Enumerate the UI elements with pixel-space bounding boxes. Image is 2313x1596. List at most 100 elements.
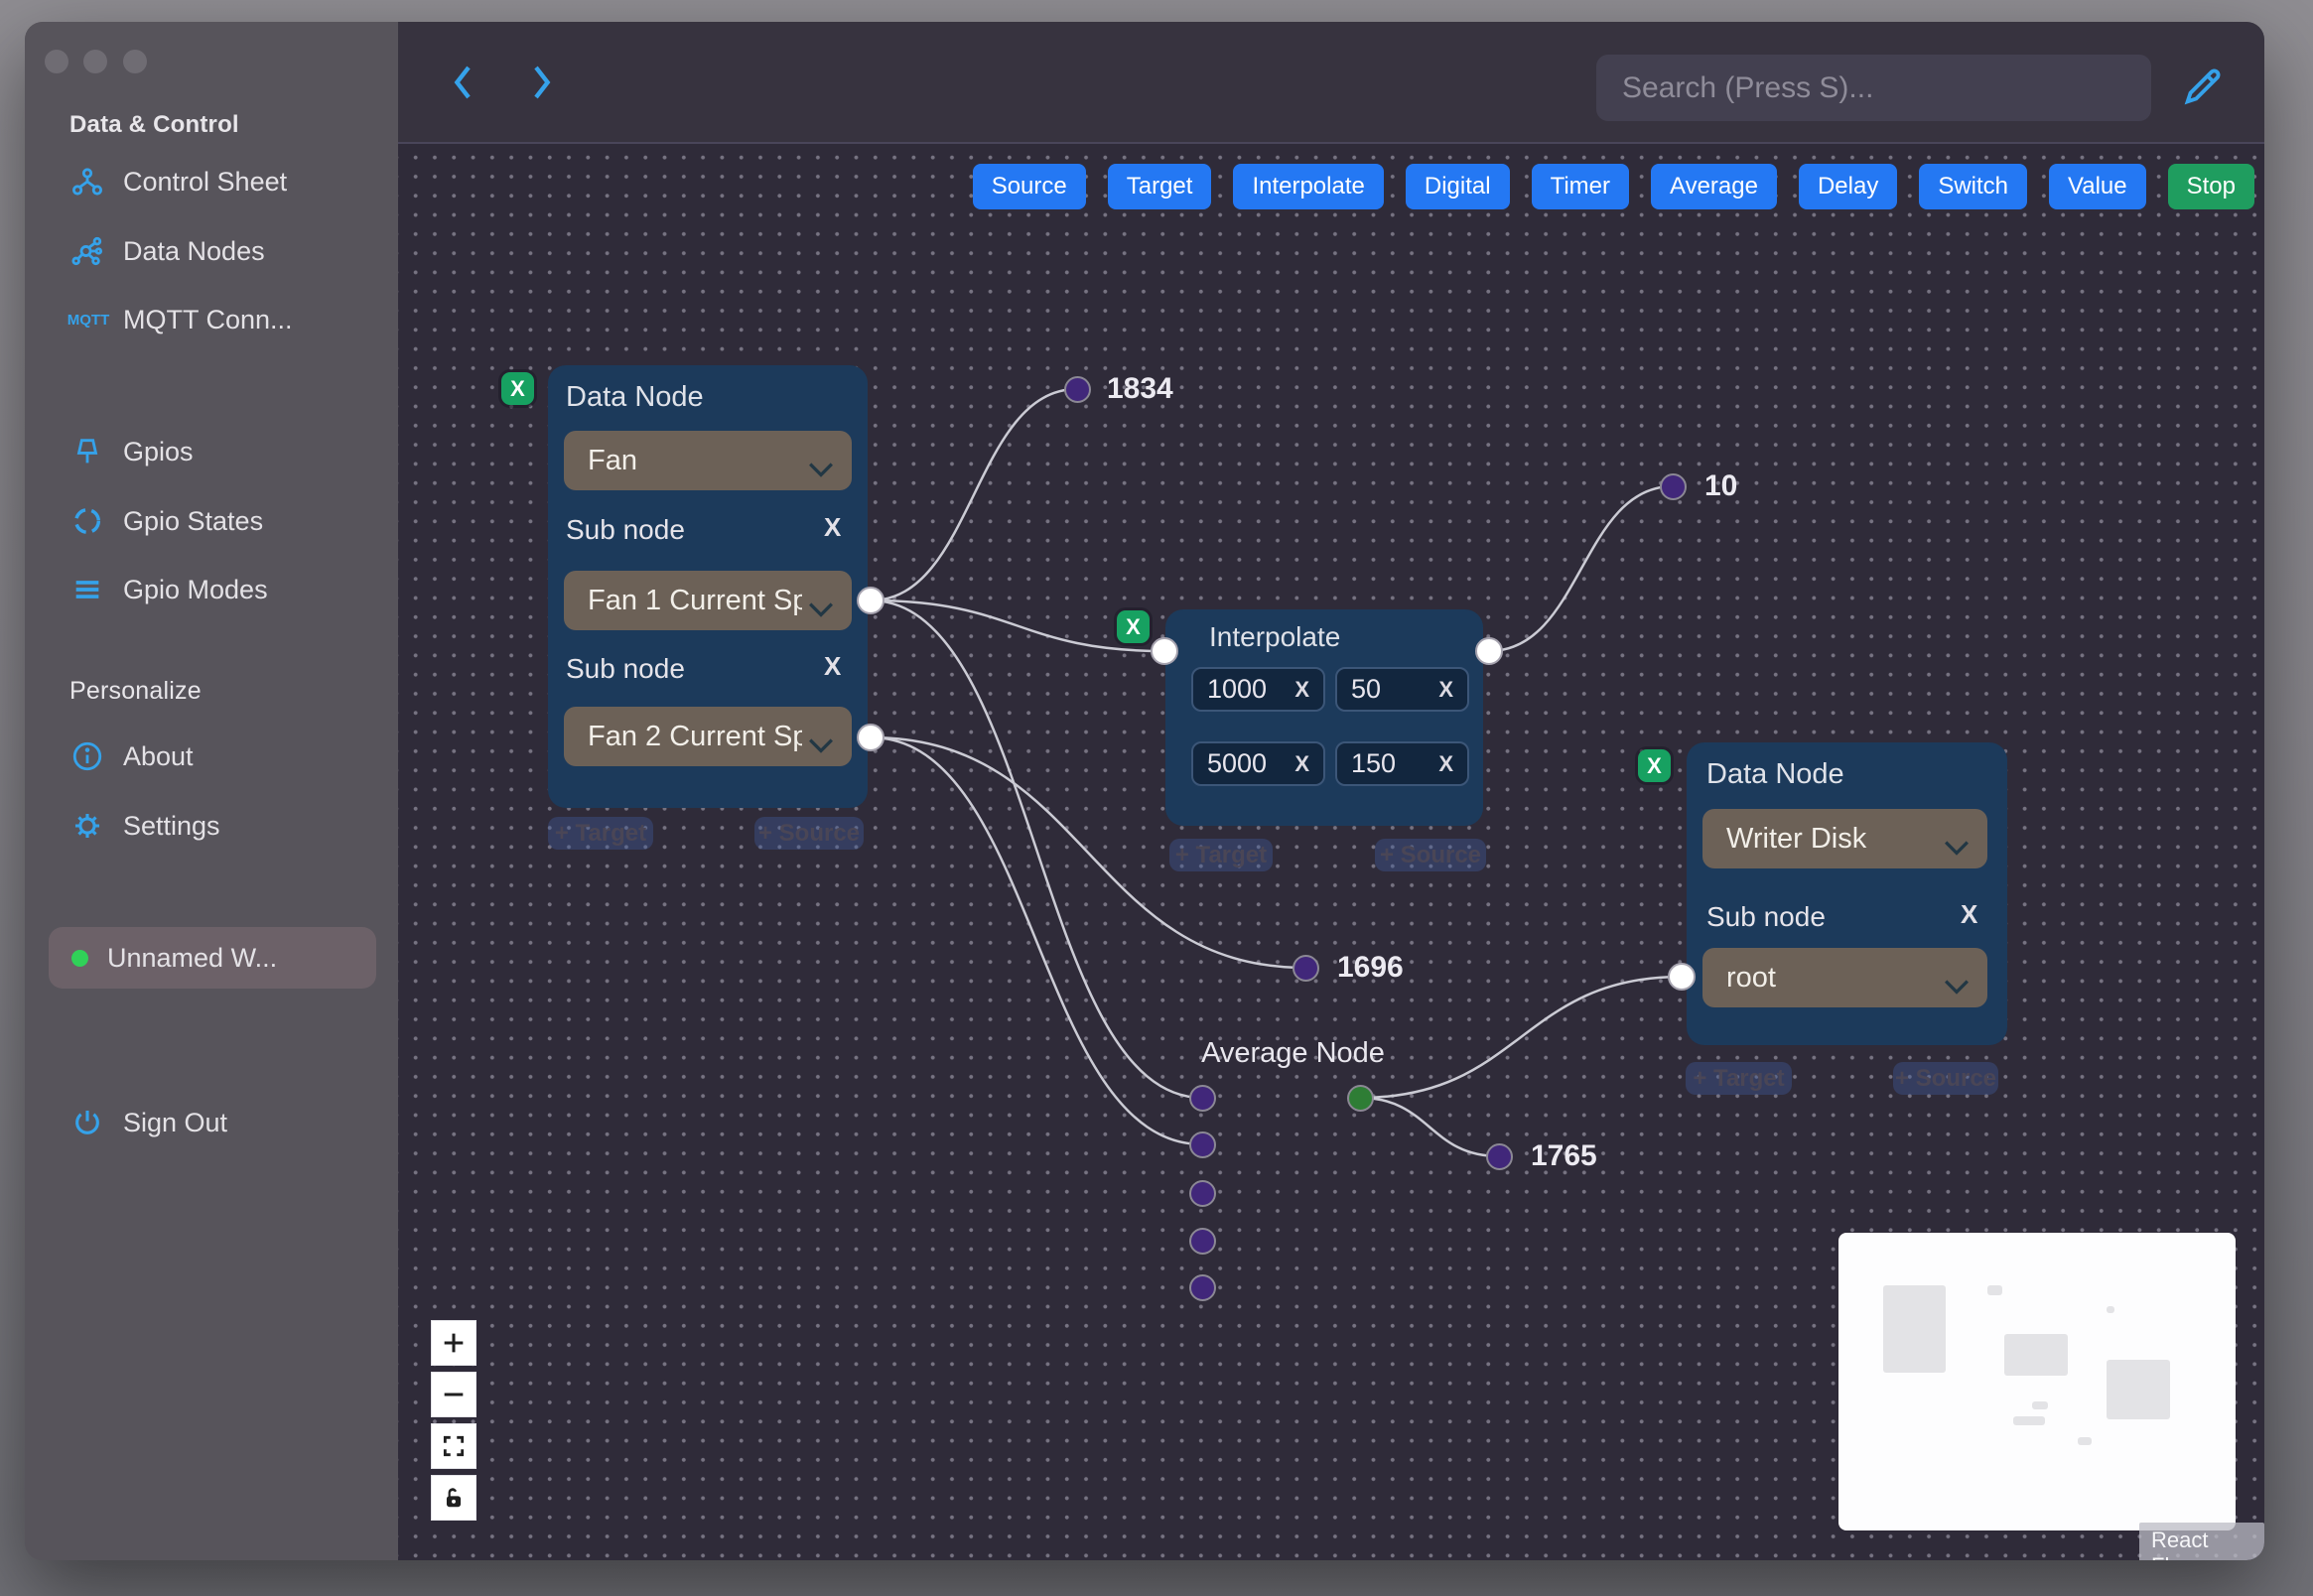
fan-sub1-select[interactable]: Fan 1 Current Spe: [564, 571, 852, 630]
sidebar-item-settings[interactable]: Settings: [69, 804, 220, 848]
add-source-node-button[interactable]: Source: [972, 164, 1086, 209]
select-value: Fan 1 Current Spe: [588, 584, 802, 616]
active-workflow-row[interactable]: Unnamed W...: [69, 936, 277, 980]
writer-add-target-button[interactable]: + Target: [1686, 1062, 1792, 1095]
add-average-node-button[interactable]: Average: [1651, 164, 1777, 209]
edge-value-label: 10: [1704, 469, 1738, 502]
close-window-button[interactable]: [45, 50, 68, 73]
add-switch-node-button[interactable]: Switch: [1919, 164, 2028, 209]
average-target-handle-1[interactable]: [1189, 1085, 1216, 1112]
fan-add-target-button[interactable]: + Target: [548, 817, 653, 850]
sidebar-item-label: MQTT Conn...: [123, 304, 293, 334]
clear-value-button[interactable]: X: [1294, 751, 1309, 777]
chevron-down-icon: [1944, 970, 1970, 1002]
sidebar-item-gpios[interactable]: Gpios: [69, 430, 194, 473]
sidebar-item-gpio-states[interactable]: Gpio States: [69, 499, 263, 543]
minimap-node: [1987, 1285, 2002, 1295]
back-button[interactable]: [442, 62, 485, 105]
chevron-left-icon: [454, 66, 471, 98]
unlock-icon: [446, 1488, 462, 1508]
interpolate-input-4[interactable]: 150 X: [1335, 741, 1469, 786]
remove-subnode-button[interactable]: X: [1961, 899, 1977, 930]
delete-interpolate-node-button[interactable]: X: [1117, 610, 1150, 643]
list-lines-icon: [69, 572, 105, 607]
zoom-window-button[interactable]: [123, 50, 147, 73]
interpolate-input-2[interactable]: 50 X: [1335, 667, 1469, 712]
add-target-node-button[interactable]: Target: [1107, 164, 1212, 209]
add-digital-node-button[interactable]: Digital: [1405, 164, 1510, 209]
sidebar-item-sign-out[interactable]: Sign Out: [69, 1101, 227, 1144]
average-target-handle-4[interactable]: [1189, 1228, 1216, 1255]
writer-data-node[interactable]: Data Node Writer Disk Sub node X root: [1687, 742, 2007, 1045]
forward-button[interactable]: [519, 62, 563, 105]
minimap[interactable]: [1838, 1233, 2236, 1530]
value-dot-1834[interactable]: [1064, 376, 1091, 403]
interpolate-source-handle[interactable]: [1475, 637, 1503, 665]
node-toolbar: Source Target Interpolate Digital Timer …: [972, 164, 2254, 209]
value-dot-1765[interactable]: [1486, 1143, 1513, 1170]
sidebar-item-mqtt[interactable]: MQTT MQTT Conn...: [67, 298, 293, 341]
sidebar-item-label: Gpio Modes: [123, 574, 268, 604]
sidebar-item-data-nodes[interactable]: Data Nodes: [69, 229, 265, 273]
plus-icon: [444, 1333, 464, 1353]
average-target-handle-5[interactable]: [1189, 1274, 1216, 1301]
interpolate-add-target-button[interactable]: + Target: [1169, 839, 1273, 871]
add-timer-node-button[interactable]: Timer: [1531, 164, 1629, 209]
edit-pencil-icon[interactable]: [2180, 64, 2226, 109]
fan-add-source-button[interactable]: + Source: [754, 817, 864, 850]
sidebar-item-about[interactable]: About: [69, 734, 194, 778]
zoom-out-button[interactable]: [431, 1372, 476, 1417]
chevron-down-icon: [808, 729, 834, 761]
sidebar-item-label: Sign Out: [123, 1107, 228, 1137]
average-target-handle-2[interactable]: [1189, 1131, 1216, 1158]
interpolate-target-handle[interactable]: [1151, 637, 1178, 665]
value-dot-1696[interactable]: [1293, 955, 1319, 982]
search-input[interactable]: [1596, 55, 2151, 121]
sidebar-item-gpio-modes[interactable]: Gpio Modes: [69, 568, 268, 611]
interpolate-node[interactable]: Interpolate 1000 X 50 X 5000 X 150 X: [1165, 609, 1483, 826]
average-source-handle[interactable]: [1347, 1085, 1374, 1112]
interpolate-input-1[interactable]: 1000 X: [1191, 667, 1325, 712]
clear-value-button[interactable]: X: [1438, 751, 1453, 777]
fan-sub2-source-handle[interactable]: [857, 724, 884, 751]
fan-sub2-select[interactable]: Fan 2 Current Spe: [564, 707, 852, 766]
control-sheet-icon: [69, 164, 105, 200]
pin-icon: [69, 434, 105, 469]
interpolate-input-3[interactable]: 5000 X: [1191, 741, 1325, 786]
sidebar-item-label: Settings: [123, 810, 220, 841]
value-dot-10[interactable]: [1660, 473, 1687, 500]
writer-add-source-button[interactable]: + Source: [1893, 1062, 1998, 1095]
fan-sub1-source-handle[interactable]: [857, 587, 884, 614]
remove-subnode-button[interactable]: X: [824, 512, 841, 543]
power-icon: [69, 1105, 105, 1140]
minimap-node: [2078, 1437, 2092, 1445]
sidebar-item-label: Control Sheet: [123, 166, 288, 197]
react-flow-attribution[interactable]: React Flow: [2139, 1523, 2264, 1560]
sidebar-item-label: Gpio States: [123, 505, 264, 536]
chevron-down-icon: [1944, 831, 1970, 864]
add-interpolate-node-button[interactable]: Interpolate: [1233, 164, 1384, 209]
fit-view-button[interactable]: [431, 1423, 476, 1469]
writer-device-select[interactable]: Writer Disk: [1702, 809, 1987, 868]
fan-device-select[interactable]: Fan: [564, 431, 852, 490]
delete-writer-node-button[interactable]: X: [1638, 749, 1671, 782]
interpolate-add-source-button[interactable]: + Source: [1375, 839, 1486, 871]
delete-fan-node-button[interactable]: X: [501, 372, 534, 405]
clear-value-button[interactable]: X: [1294, 677, 1309, 703]
zoom-in-button[interactable]: [431, 1320, 476, 1366]
add-delay-node-button[interactable]: Delay: [1798, 164, 1898, 209]
add-value-node-button[interactable]: Value: [2049, 164, 2146, 209]
sidebar-item-control-sheet[interactable]: Control Sheet: [69, 160, 287, 203]
minimize-window-button[interactable]: [83, 50, 107, 73]
clear-value-button[interactable]: X: [1438, 677, 1453, 703]
sidebar: Data & Control Control Sheet Data Nodes: [25, 22, 398, 1560]
writer-target-handle[interactable]: [1668, 963, 1696, 991]
remove-subnode-button[interactable]: X: [824, 651, 841, 682]
fan-data-node[interactable]: Data Node Fan Sub node X Fan 1 Current S…: [548, 365, 868, 808]
lock-toggle-button[interactable]: [431, 1475, 476, 1521]
mqtt-icon: MQTT: [67, 311, 110, 329]
average-target-handle-3[interactable]: [1189, 1180, 1216, 1207]
writer-sub-select[interactable]: root: [1702, 948, 1987, 1007]
minimap-node: [2004, 1334, 2068, 1376]
stop-button[interactable]: Stop: [2167, 164, 2254, 209]
